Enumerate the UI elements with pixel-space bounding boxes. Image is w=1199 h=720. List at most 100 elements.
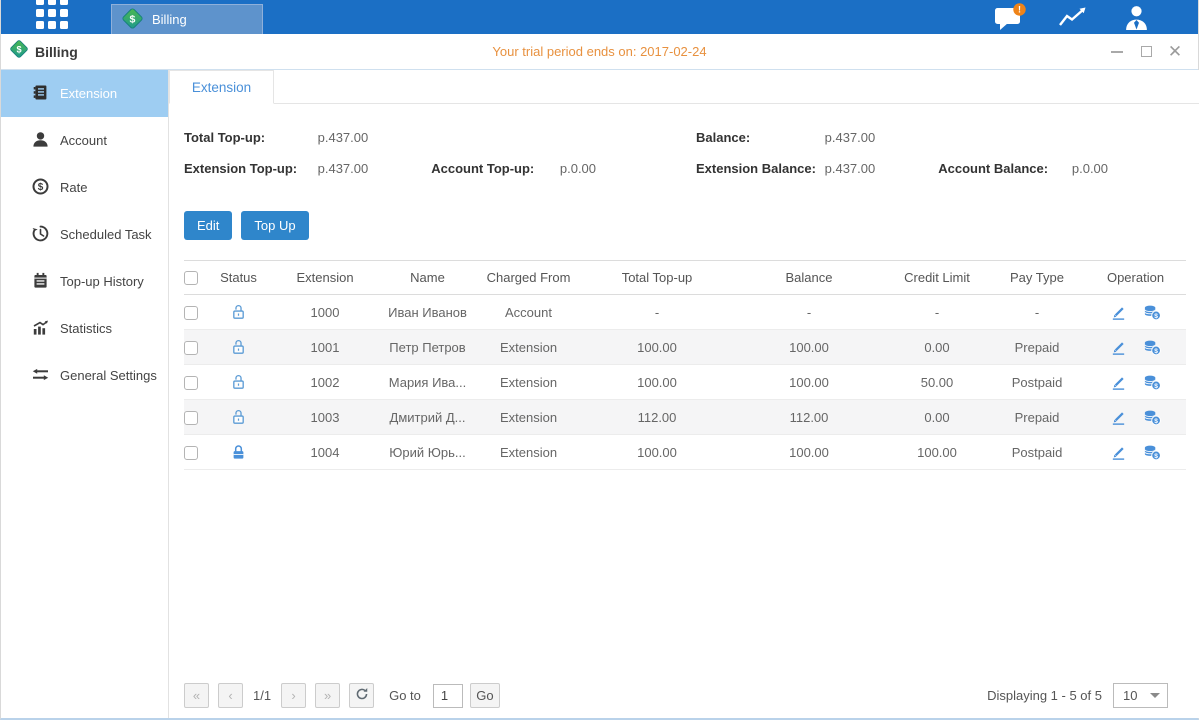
- cell-balance: -: [733, 295, 885, 330]
- rate-icon: $: [32, 178, 49, 198]
- total-topup-label: Total Top-up:: [184, 122, 314, 153]
- svg-text:$: $: [1154, 312, 1158, 319]
- row-checkbox[interactable]: [184, 341, 198, 355]
- sidebar-item-general-settings[interactable]: General Settings: [1, 352, 168, 399]
- minimize-button[interactable]: [1110, 45, 1124, 59]
- col-operation: Operation: [1085, 261, 1186, 295]
- row-top-up-button[interactable]: $: [1143, 408, 1161, 425]
- account-icon: [32, 131, 49, 151]
- go-button[interactable]: Go: [470, 683, 500, 708]
- balance-label: Balance:: [696, 122, 821, 153]
- first-page-button[interactable]: «: [184, 683, 209, 708]
- account-topup-label: Account Top-up:: [431, 153, 556, 184]
- cell-name: Юрий Юрь...: [379, 435, 476, 470]
- pagination-bar: « ‹ 1/1 › » Go to Go Display: [184, 683, 1186, 708]
- goto-page-input[interactable]: [433, 684, 463, 708]
- row-edit-button[interactable]: [1110, 443, 1127, 460]
- user-icon[interactable]: [1118, 2, 1154, 32]
- svg-text:$: $: [1154, 452, 1158, 459]
- cell-extension: 1004: [271, 435, 379, 470]
- cell-charged-from: Extension: [476, 400, 581, 435]
- tab-extension[interactable]: Extension: [169, 70, 274, 104]
- app-launcher-icon[interactable]: [36, 0, 68, 29]
- billing-app-icon: $: [9, 39, 29, 64]
- row-top-up-button[interactable]: $: [1143, 338, 1161, 355]
- sidebar-item-label: General Settings: [60, 368, 157, 383]
- total-topup-value: p.437.00: [318, 122, 369, 153]
- status-unlocked-icon: [231, 373, 246, 388]
- next-page-button[interactable]: ›: [281, 683, 306, 708]
- last-page-button[interactable]: »: [315, 683, 340, 708]
- table-row: 1004Юрий Юрь...Extension100.00100.00100.…: [184, 435, 1186, 470]
- sidebar-item-account[interactable]: Account: [1, 117, 168, 164]
- svg-text:$: $: [1154, 347, 1158, 354]
- col-charged-from: Charged From: [476, 261, 581, 295]
- row-edit-button[interactable]: [1110, 338, 1127, 355]
- taskbar-tab-billing[interactable]: $ Billing: [111, 4, 263, 34]
- status-unlocked-icon: [231, 338, 246, 353]
- row-edit-button[interactable]: [1110, 408, 1127, 425]
- balance-value: p.437.00: [825, 122, 876, 153]
- extension-topup-value: p.437.00: [318, 153, 428, 184]
- select-all-checkbox[interactable]: [184, 271, 198, 285]
- refresh-button[interactable]: [349, 683, 374, 708]
- chart-icon[interactable]: [1055, 2, 1091, 32]
- goto-label: Go to: [389, 688, 421, 703]
- refresh-icon: [355, 687, 369, 704]
- status-unlocked-icon: [231, 303, 246, 318]
- cell-pay-type: -: [989, 295, 1085, 330]
- cell-credit-limit: -: [885, 295, 989, 330]
- window-title: Billing: [35, 44, 78, 60]
- svg-text:$: $: [1154, 417, 1158, 424]
- col-credit-limit: Credit Limit: [885, 261, 989, 295]
- cell-credit-limit: 0.00: [885, 400, 989, 435]
- row-top-up-button[interactable]: $: [1143, 373, 1161, 390]
- cell-name: Мария Ива...: [379, 365, 476, 400]
- topbar-actions: !: [992, 0, 1154, 34]
- account-topup-value: p.0.00: [560, 153, 596, 184]
- row-checkbox[interactable]: [184, 411, 198, 425]
- cell-extension: 1001: [271, 330, 379, 365]
- window-titlebar: $ Billing Your trial period ends on: 201…: [1, 34, 1198, 70]
- sidebar-item-rate[interactable]: $ Rate: [1, 164, 168, 211]
- cell-balance: 100.00: [733, 365, 885, 400]
- col-name: Name: [379, 261, 476, 295]
- cell-credit-limit: 50.00: [885, 365, 989, 400]
- cell-total-topup: 100.00: [581, 365, 733, 400]
- edit-button[interactable]: Edit: [184, 211, 232, 240]
- sidebar-item-extension[interactable]: Extension: [1, 70, 168, 117]
- sidebar: Extension Account $ Rate: [1, 70, 169, 718]
- top-up-button[interactable]: Top Up: [241, 211, 308, 240]
- row-top-up-button[interactable]: $: [1143, 303, 1161, 320]
- svg-text:$: $: [1154, 382, 1158, 389]
- table-row: 1002Мария Ива...Extension100.00100.0050.…: [184, 365, 1186, 400]
- system-topbar: $ Billing !: [1, 0, 1198, 34]
- row-top-up-button[interactable]: $: [1143, 443, 1161, 460]
- chevron-down-icon: [1150, 693, 1160, 698]
- sidebar-item-scheduled-task[interactable]: Scheduled Task: [1, 211, 168, 258]
- row-checkbox[interactable]: [184, 306, 198, 320]
- sidebar-item-top-up-history[interactable]: Top-up History: [1, 258, 168, 305]
- cell-credit-limit: 100.00: [885, 435, 989, 470]
- close-button[interactable]: ✕: [1168, 45, 1182, 59]
- cell-charged-from: Extension: [476, 330, 581, 365]
- cell-credit-limit: 0.00: [885, 330, 989, 365]
- prev-page-button[interactable]: ‹: [218, 683, 243, 708]
- summary-panel: Total Top-up: p.437.00 Extension Top-up:…: [184, 122, 1186, 184]
- row-edit-button[interactable]: [1110, 303, 1127, 320]
- table-header-row: Status Extension Name Charged From Total…: [184, 261, 1186, 295]
- sidebar-item-statistics[interactable]: Statistics: [1, 305, 168, 352]
- general-settings-icon: [32, 366, 49, 386]
- col-total-topup: Total Top-up: [581, 261, 733, 295]
- table-row: 1001Петр ПетровExtension100.00100.000.00…: [184, 330, 1186, 365]
- row-checkbox[interactable]: [184, 446, 198, 460]
- cell-total-topup: -: [581, 295, 733, 330]
- row-checkbox[interactable]: [184, 376, 198, 390]
- page-size-select[interactable]: 10: [1113, 683, 1168, 708]
- chat-icon[interactable]: !: [992, 2, 1028, 32]
- main-content: Extension Total Top-up: p.437.00 Extensi…: [169, 70, 1199, 718]
- row-edit-button[interactable]: [1110, 373, 1127, 390]
- cell-charged-from: Extension: [476, 435, 581, 470]
- cell-pay-type: Postpaid: [989, 365, 1085, 400]
- maximize-button[interactable]: [1139, 45, 1153, 59]
